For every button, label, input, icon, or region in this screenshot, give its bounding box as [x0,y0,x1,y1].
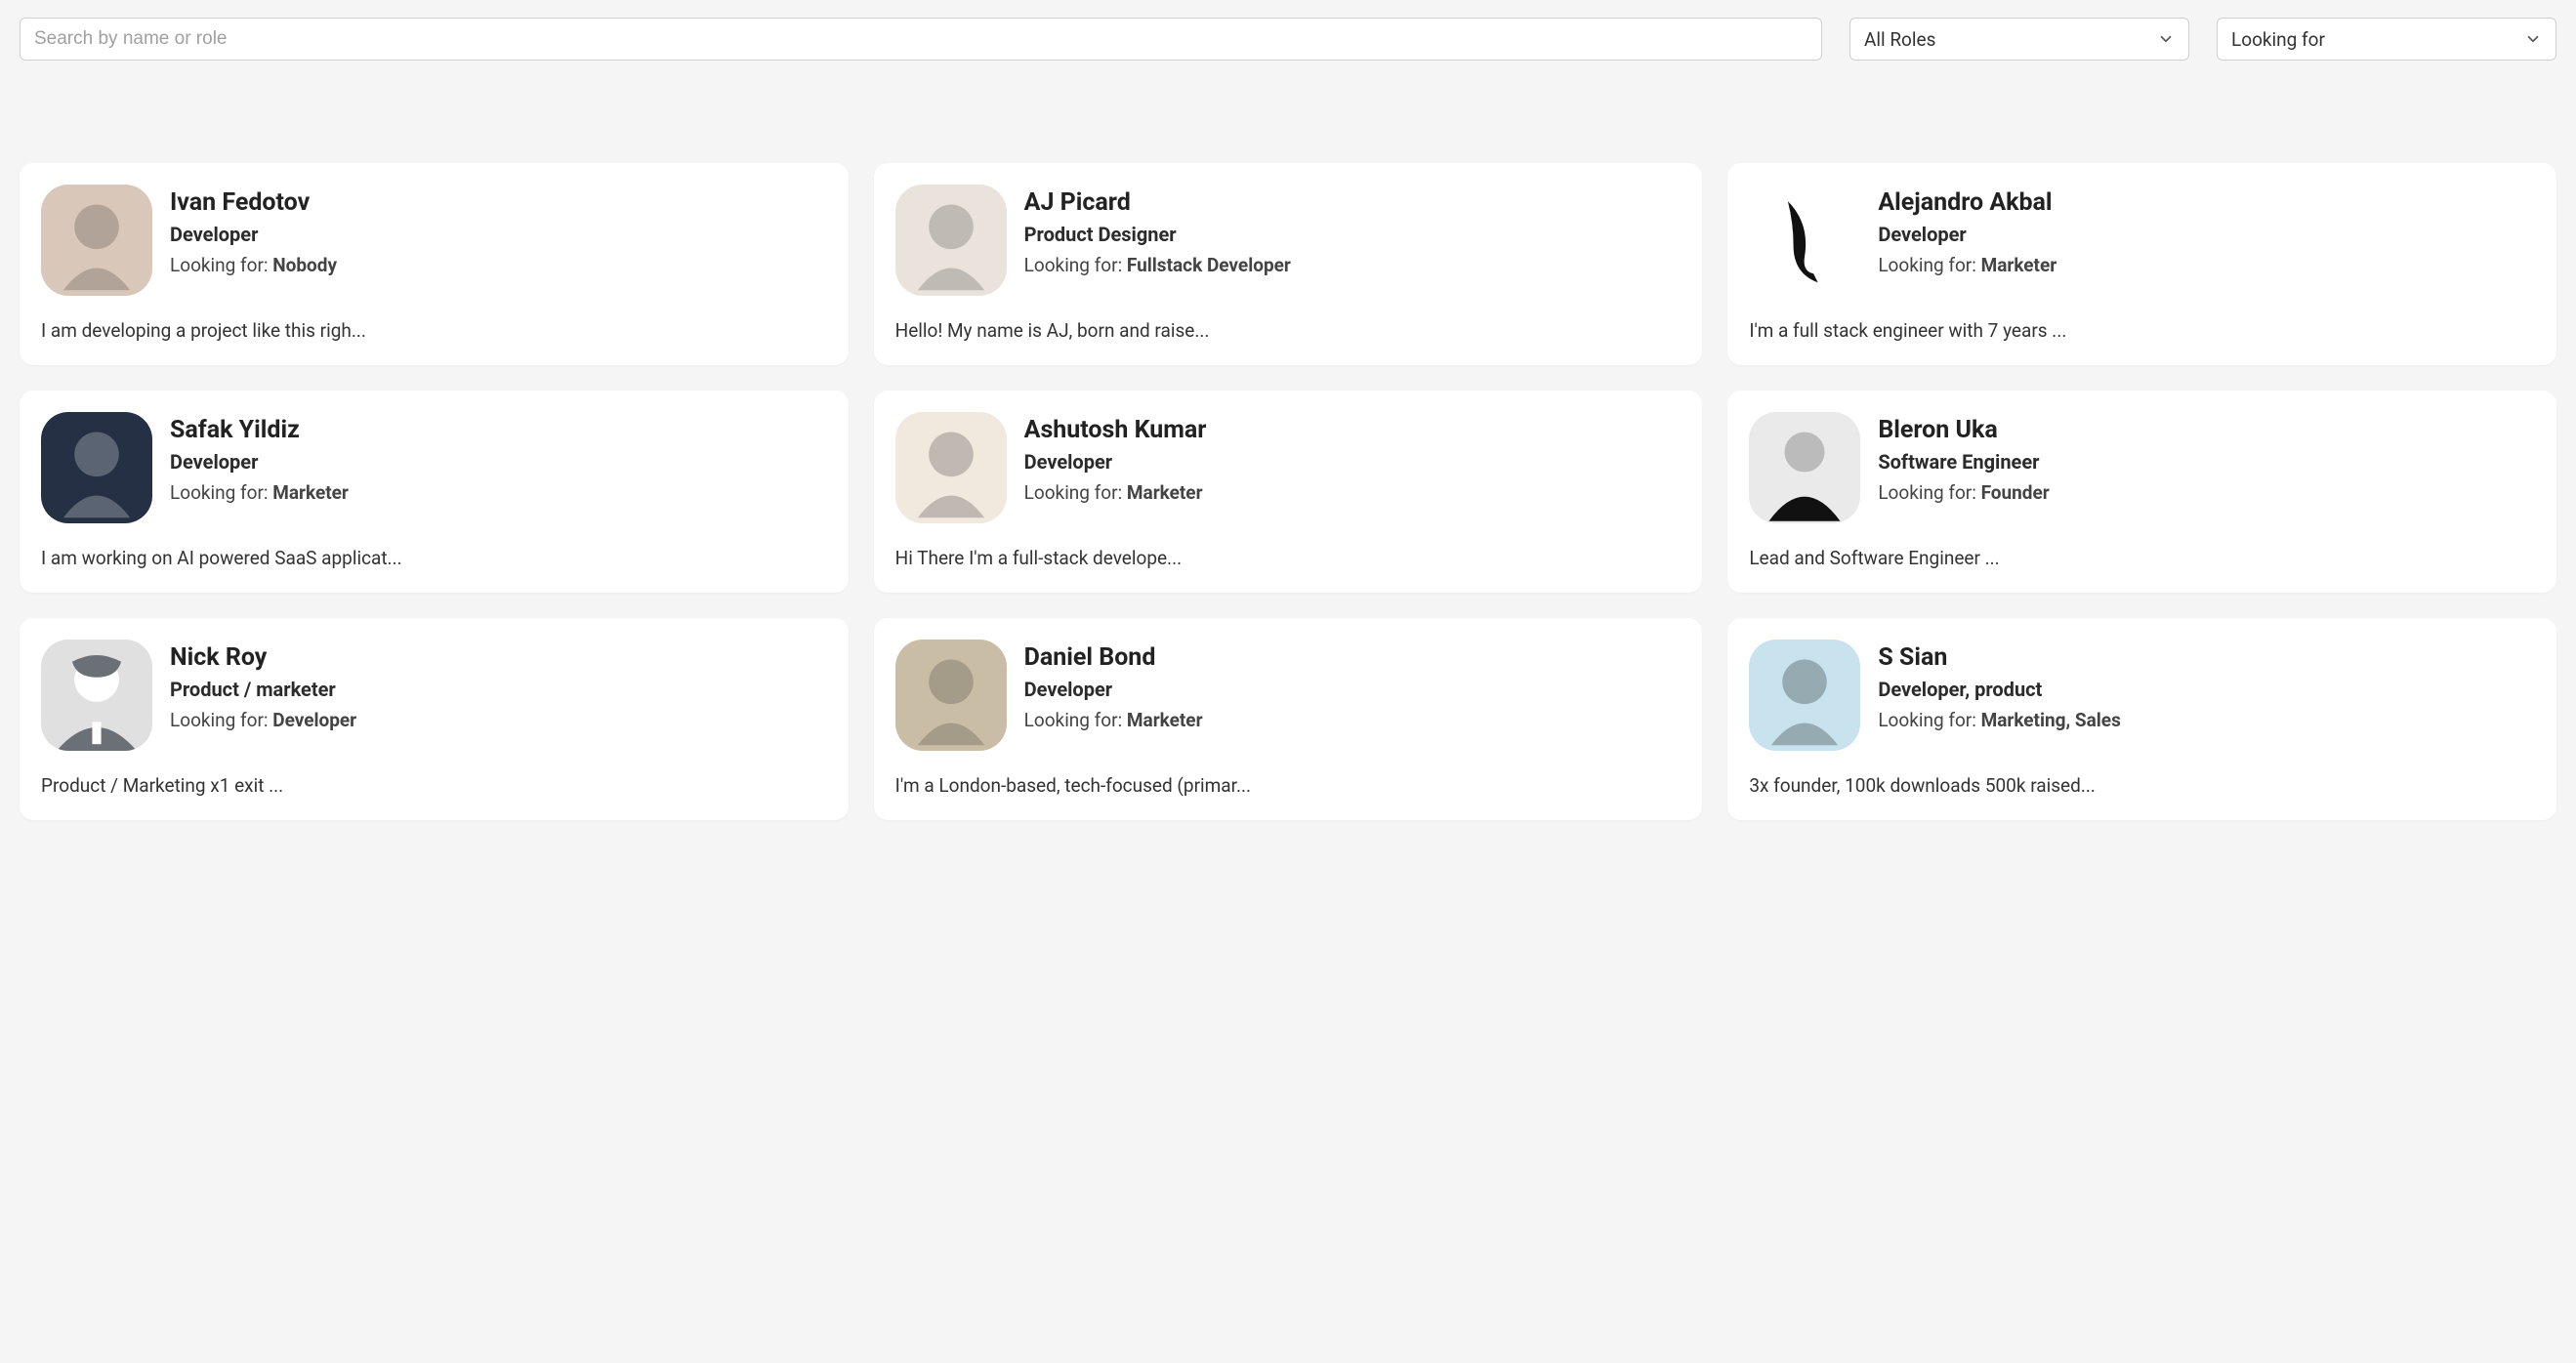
profile-name: Safak Yildiz [170,416,349,444]
profile-bio: Product / Marketing x1 exit ... [41,774,827,797]
profile-looking-for: Looking for: Marketer [170,481,349,504]
profile-role: Developer [1878,223,2057,246]
avatar [1749,640,1860,751]
looking-for-dropdown[interactable]: Looking for [2217,18,2556,61]
profile-name: Ivan Fedotov [170,188,337,217]
chevron-down-icon [2157,30,2175,48]
search-input[interactable] [20,18,1822,61]
profile-role: Product Designer [1024,223,1291,246]
profile-card[interactable]: Nick Roy Product / marketer Looking for:… [20,618,849,820]
profile-bio: Hello! My name is AJ, born and raise... [895,319,1682,342]
avatar [895,640,1007,751]
profile-role: Developer, product [1878,678,2121,701]
profile-card[interactable]: Ivan Fedotov Developer Looking for: Nobo… [20,163,849,365]
chevron-down-icon [2524,30,2542,48]
profile-name: S Sian [1878,643,2121,672]
profile-bio: Hi There I'm a full-stack develope... [895,547,1682,569]
avatar [895,185,1007,296]
profile-card[interactable]: S Sian Developer, product Looking for: M… [1727,618,2556,820]
profile-looking-for: Looking for: Marketer [1024,481,1207,504]
avatar [1749,412,1860,523]
profile-bio: I'm a London-based, tech-focused (primar… [895,774,1682,797]
profile-role: Developer [170,450,349,474]
profile-looking-for: Looking for: Nobody [170,254,337,276]
avatar [41,412,152,523]
profile-card[interactable]: AJ Picard Product Designer Looking for: … [874,163,1703,365]
profile-card[interactable]: Bleron Uka Software Engineer Looking for… [1727,391,2556,593]
profile-looking-for: Looking for: Marketer [1878,254,2057,276]
profile-name: Nick Roy [170,643,356,672]
profile-role: Product / marketer [170,678,356,701]
profile-role: Developer [1024,678,1203,701]
profile-looking-for: Looking for: Marketer [1024,709,1203,731]
profiles-grid: Ivan Fedotov Developer Looking for: Nobo… [20,163,2556,820]
profile-card[interactable]: Daniel Bond Developer Looking for: Marke… [874,618,1703,820]
profile-role: Software Engineer [1878,450,2049,474]
avatar [1749,185,1860,296]
avatar [41,185,152,296]
profile-bio: I am working on AI powered SaaS applicat… [41,547,827,569]
profile-bio: I'm a full stack engineer with 7 years .… [1749,319,2535,342]
profile-card[interactable]: Safak Yildiz Developer Looking for: Mark… [20,391,849,593]
looking-for-dropdown-label: Looking for [2231,28,2325,51]
profile-looking-for: Looking for: Developer [170,709,356,731]
profile-name: Daniel Bond [1024,643,1203,672]
filters-bar: All Roles Looking for [20,18,2556,61]
profile-name: Bleron Uka [1878,416,2049,444]
role-dropdown-label: All Roles [1864,28,1935,51]
profile-name: Ashutosh Kumar [1024,416,1207,444]
profile-name: Alejandro Akbal [1878,188,2057,217]
profile-name: AJ Picard [1024,188,1291,217]
profile-role: Developer [1024,450,1207,474]
profile-looking-for: Looking for: Fullstack Developer [1024,254,1291,276]
profile-looking-for: Looking for: Marketing, Sales [1878,709,2121,731]
role-dropdown[interactable]: All Roles [1849,18,2189,61]
profile-bio: I am developing a project like this righ… [41,319,827,342]
profile-looking-for: Looking for: Founder [1878,481,2049,504]
profile-role: Developer [170,223,337,246]
avatar [41,640,152,751]
profile-bio: 3x founder, 100k downloads 500k raised..… [1749,774,2535,797]
profile-bio: Lead and Software Engineer ... [1749,547,2535,569]
profile-card[interactable]: Alejandro Akbal Developer Looking for: M… [1727,163,2556,365]
profile-card[interactable]: Ashutosh Kumar Developer Looking for: Ma… [874,391,1703,593]
avatar [895,412,1007,523]
